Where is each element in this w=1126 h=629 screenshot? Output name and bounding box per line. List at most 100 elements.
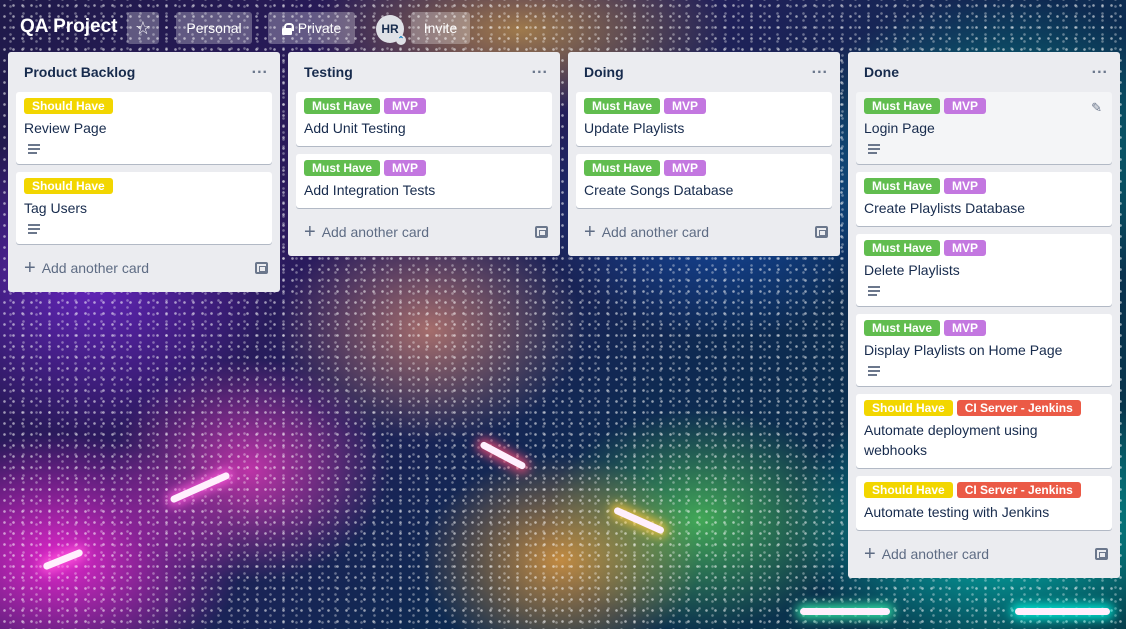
card-template-icon[interactable] [255,262,268,274]
card[interactable]: Should Have CI Server - Jenkins Automate t… [856,476,1112,530]
list-header: Doing... [576,52,832,92]
list-title[interactable]: Product Backlog [24,64,135,80]
card-title: Delete Playlists [864,262,960,278]
add-card-label: Add another card [601,224,710,240]
card[interactable]: Must Have MVP Create Songs Database [576,154,832,208]
add-card-label: Add another card [41,260,150,276]
list-product-backlog: Product Backlog... Should Have Review Page… [8,52,280,292]
card-label[interactable]: Must Have [864,240,941,256]
stage-light [612,506,666,535]
card-labels: Must Have MVP [304,98,544,114]
star-button[interactable]: ☆ [127,12,159,44]
card-labels: Must Have MVP [304,160,544,176]
plus-icon: + [24,257,36,279]
card-title: Create Songs Database [584,182,734,198]
card[interactable]: Must Have MVP Add Integration Tests [296,154,552,208]
list-title[interactable]: Testing [304,64,353,80]
personal-label: Personal [186,20,242,36]
member-avatar[interactable]: HR ⌃ [376,15,406,45]
card-label[interactable]: Must Have [864,98,941,114]
private-label: Private [297,20,342,36]
card-labels: Should Have [24,98,264,114]
card[interactable]: Must Have MVP Login Page ✎ [856,92,1112,164]
card-labels: Must Have MVP [864,320,1104,336]
add-card-button[interactable]: + Add another card [856,538,1112,570]
ellipsis-icon[interactable]: ... [1092,61,1108,79]
add-card-left: + Add another card [584,222,710,242]
card-title: Add Unit Testing [304,120,406,136]
card-label[interactable]: Must Have [864,178,941,194]
avatar-initials: HR [381,22,399,36]
card-labels: Should Have [24,178,264,194]
card-label[interactable]: MVP [944,320,987,336]
ellipsis-icon[interactable]: ... [532,61,548,79]
list-title[interactable]: Done [864,64,899,80]
card-label[interactable]: MVP [664,160,707,176]
card-template-icon[interactable] [815,226,828,238]
card-label[interactable]: Should Have [24,178,113,194]
card-label[interactable]: Must Have [304,98,381,114]
card-labels: Should Have CI Server - Jenkins [864,400,1104,416]
plus-icon: + [864,543,876,565]
admin-badge-icon: ⌃ [396,35,406,45]
card-title: Display Playlists on Home Page [864,342,1063,358]
card[interactable]: Should Have CI Server - Jenkins Automate d… [856,394,1112,468]
lock-icon [281,22,294,35]
card-title: Create Playlists Database [864,200,1026,216]
card[interactable]: Must Have MVP Update Playlists [576,92,832,146]
card-label[interactable]: CI Server - Jenkins [956,482,1081,498]
card-label[interactable]: MVP [384,160,427,176]
add-card-label: Add another card [881,546,990,562]
card-label[interactable]: MVP [944,178,987,194]
list-header: Done... [856,52,1112,92]
card-label[interactable]: Should Have [864,482,953,498]
card[interactable]: Must Have MVP Delete Playlists [856,234,1112,306]
card-label[interactable]: CI Server - Jenkins [956,400,1081,416]
description-icon [28,144,40,154]
stage-light [479,440,527,471]
add-card-button[interactable]: + Add another card [296,216,552,248]
add-card-button[interactable]: + Add another card [576,216,832,248]
board-title[interactable]: QA Project [20,16,118,38]
card-labels: Must Have MVP [584,98,824,114]
board-header: QA Project ☆ Personal Private HR ⌃ Invit… [0,12,1126,45]
description-icon [868,286,880,296]
card-title: Automate testing with Jenkins [864,504,1050,520]
card[interactable]: Should Have Tag Users [16,172,272,244]
add-card-left: + Add another card [304,222,429,242]
description-icon [28,224,40,234]
list-title[interactable]: Doing [584,64,624,80]
card[interactable]: Must Have MVP Display Playlists on Home Pa… [856,314,1112,386]
privacy-button[interactable]: Private [268,12,355,44]
add-card-button[interactable]: + Add another card [16,252,272,284]
card-label[interactable]: Must Have [584,160,661,176]
team-visibility-button[interactable]: Personal [176,12,252,44]
card-labels: Must Have MVP [864,240,1104,256]
ellipsis-icon[interactable]: ... [812,61,828,79]
description-icon [868,366,880,376]
card-label[interactable]: Should Have [864,400,953,416]
ellipsis-icon[interactable]: ... [252,61,268,79]
card-label[interactable]: Must Have [864,320,941,336]
card-title: Login Page [864,120,935,136]
card[interactable]: Must Have MVP Add Unit Testing [296,92,552,146]
card-labels: Must Have MVP [864,98,1104,114]
card-label[interactable]: MVP [664,98,707,114]
card[interactable]: Should Have Review Page [16,92,272,164]
card-label[interactable]: Must Have [304,160,381,176]
invite-button[interactable]: Invite [411,12,470,44]
add-card-left: + Add another card [864,543,990,565]
card-label[interactable]: MVP [384,98,427,114]
card[interactable]: Must Have MVP Create Playlists Database [856,172,1112,226]
card-title: Add Integration Tests [304,182,436,198]
stage-light [1015,608,1110,615]
card-label[interactable]: MVP [944,98,987,114]
card-template-icon[interactable] [535,226,548,238]
card-label[interactable]: Must Have [584,98,661,114]
card-label[interactable]: MVP [944,240,987,256]
card-template-icon[interactable] [1095,548,1108,560]
list-header: Testing... [296,52,552,92]
add-card-left: + Add another card [24,257,150,279]
pencil-icon[interactable]: ✎ [1091,100,1102,116]
card-label[interactable]: Should Have [24,98,113,114]
